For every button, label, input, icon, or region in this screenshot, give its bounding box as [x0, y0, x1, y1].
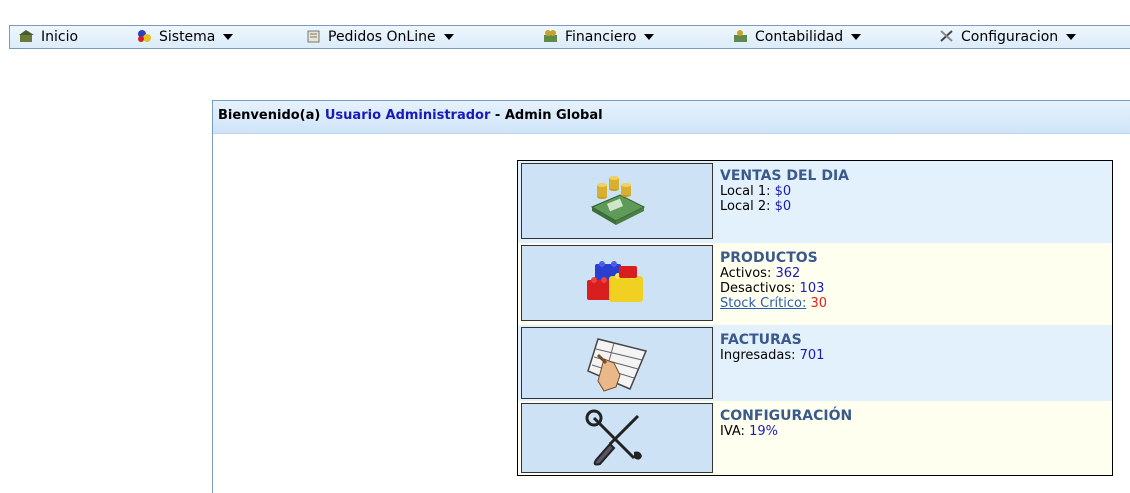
- user-name: Usuario Administrador: [325, 108, 491, 123]
- productos-icon-cell[interactable]: [521, 245, 713, 321]
- ventas-icon-cell[interactable]: [521, 163, 713, 239]
- ventas-title: VENTAS DEL DIA: [720, 169, 1112, 184]
- money-icon: [542, 28, 560, 42]
- menu-inicio[interactable]: Inicio: [18, 26, 78, 48]
- productos-activos-value: 362: [775, 266, 800, 281]
- main-menubar: Inicio Sistema Pedidos OnLine Financiero…: [9, 25, 1130, 49]
- ventas-info: VENTAS DEL DIA Local 1: $0 Local 2: $0: [716, 161, 1112, 241]
- welcome-header: Bienvenido(a) Usuario Administrador - Ad…: [213, 101, 1130, 134]
- orders-icon: [305, 28, 323, 42]
- ventas-row: VENTAS DEL DIA Local 1: $0 Local 2: $0: [518, 161, 1112, 243]
- blocks-icon: [585, 260, 649, 306]
- invoice-hand-icon: [584, 333, 650, 393]
- dashboard-table: VENTAS DEL DIA Local 1: $0 Local 2: $0 P…: [517, 160, 1113, 476]
- stock-critico-link[interactable]: Stock Crítico:: [720, 296, 806, 311]
- config-icon-cell[interactable]: [521, 403, 713, 473]
- facturas-info: FACTURAS Ingresadas: 701: [716, 325, 1112, 405]
- accounting-icon: [732, 28, 750, 42]
- system-icon: [136, 28, 154, 42]
- money-stack-icon: [586, 175, 648, 227]
- chevron-down-icon: [223, 34, 233, 40]
- menu-contabilidad[interactable]: Contabilidad: [732, 26, 861, 48]
- chevron-down-icon: [1066, 34, 1076, 40]
- menu-financiero[interactable]: Financiero: [542, 26, 654, 48]
- menu-pedidos-online[interactable]: Pedidos OnLine: [305, 26, 454, 48]
- productos-desactivos-value: 103: [800, 281, 825, 296]
- productos-info: PRODUCTOS Activos: 362 Desactivos: 103 S…: [716, 243, 1112, 323]
- config-row: CONFIGURACIÓN IVA: 19%: [518, 401, 1112, 475]
- facturas-ingresadas-value: 701: [800, 348, 825, 363]
- productos-title: PRODUCTOS: [720, 251, 1112, 266]
- chevron-down-icon: [644, 34, 654, 40]
- facturas-title: FACTURAS: [720, 333, 1112, 348]
- stock-critico-value: 30: [810, 296, 827, 311]
- home-icon: [18, 28, 36, 42]
- productos-row: PRODUCTOS Activos: 362 Desactivos: 103 S…: [518, 243, 1112, 325]
- menu-sistema[interactable]: Sistema: [136, 26, 233, 48]
- chevron-down-icon: [851, 34, 861, 40]
- ventas-local1-value: $0: [775, 184, 792, 199]
- facturas-icon-cell[interactable]: [521, 327, 713, 399]
- config-title: CONFIGURACIÓN: [720, 409, 1112, 424]
- menu-configuracion[interactable]: Configuracion: [938, 26, 1076, 48]
- tools-icon: [584, 408, 650, 468]
- config-iva-value: 19%: [749, 424, 778, 439]
- chevron-down-icon: [444, 34, 454, 40]
- config-info: CONFIGURACIÓN IVA: 19%: [716, 401, 1112, 481]
- ventas-local2-value: $0: [775, 199, 792, 214]
- tools-icon: [938, 28, 956, 42]
- facturas-row: FACTURAS Ingresadas: 701: [518, 325, 1112, 401]
